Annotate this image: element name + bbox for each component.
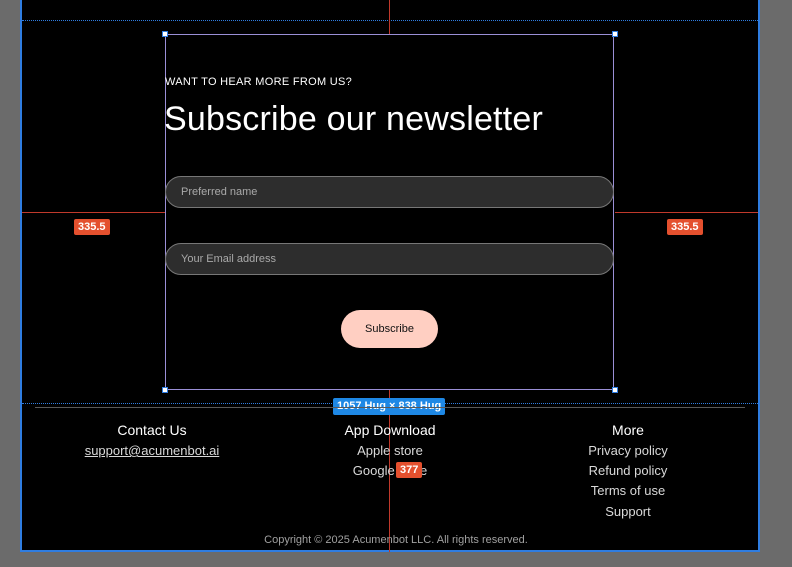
selection-handle-tr[interactable] [612,31,618,37]
contact-title: Contact Us [117,422,187,438]
privacy-policy-link[interactable]: Privacy policy [548,443,708,458]
name-input[interactable] [165,176,614,208]
terms-of-use-link[interactable]: Terms of use [548,483,708,498]
contact-email-link[interactable]: support@acumenbot.ai [62,443,242,458]
app-download-title: App Download [344,422,436,438]
measure-line-left [22,212,165,213]
google-store-link[interactable]: Google store [310,463,470,478]
email-input[interactable] [165,243,614,275]
apple-store-link[interactable]: Apple store [310,443,470,458]
measure-line-top [389,0,390,34]
newsletter-eyebrow: WANT TO HEAR MORE FROM US? [165,76,353,88]
guide-top [22,20,758,22]
measure-line-right [615,212,758,213]
support-link[interactable]: Support [548,504,708,519]
selection-handle-tl[interactable] [162,31,168,37]
spacing-badge-bottom: 377 [396,462,423,478]
newsletter-headline: Subscribe our newsletter [164,100,543,138]
selection-handle-br[interactable] [612,387,618,393]
subscribe-button[interactable]: Subscribe [341,310,438,348]
copyright-text: Copyright © 2025 Acumenbot LLC. All righ… [264,534,528,546]
refund-policy-link[interactable]: Refund policy [548,463,708,478]
footer-divider [35,407,745,408]
spacing-badge-left: 335.5 [74,219,110,235]
spacing-badge-right: 335.5 [667,219,703,235]
more-title: More [612,422,644,438]
selection-handle-bl[interactable] [162,387,168,393]
